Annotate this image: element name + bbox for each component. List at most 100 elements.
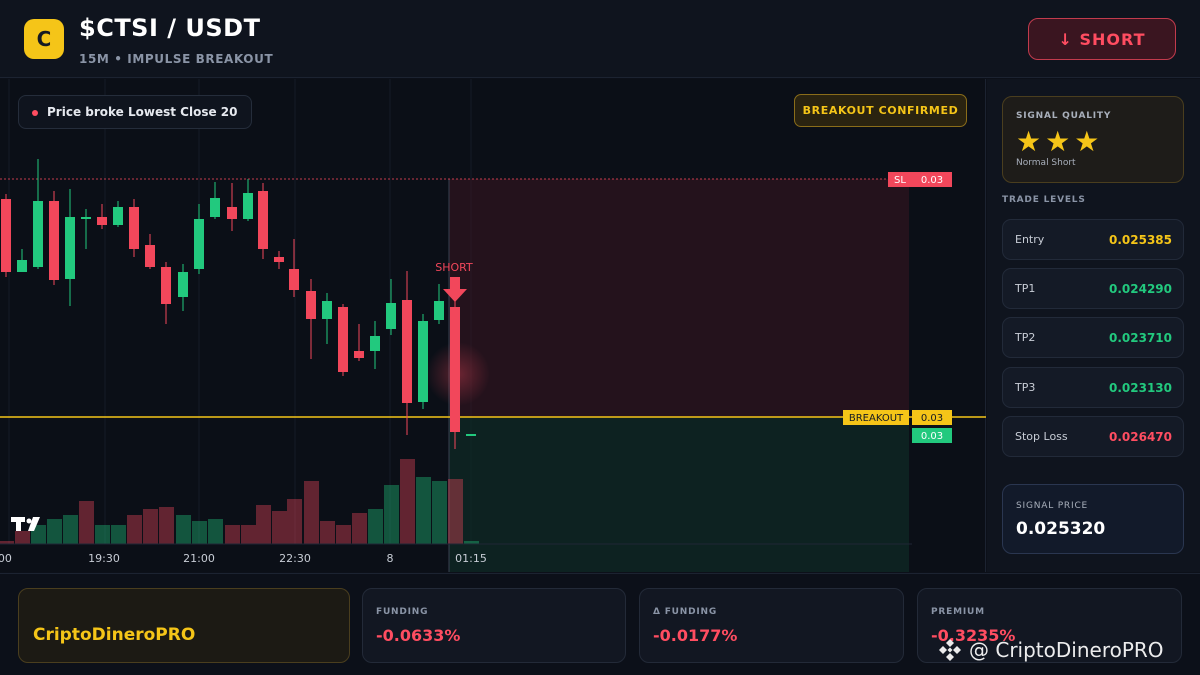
header: C $CTSI / USDT 15M • IMPULSE BREAKOUT ↓ … [0, 0, 1200, 78]
candle-body [161, 267, 171, 304]
volume-bar [176, 515, 191, 544]
candle-body [178, 272, 188, 297]
candles [1, 159, 476, 449]
svg-text:SL: SL [894, 175, 906, 186]
level-tp3: TP3 0.023130 [1002, 367, 1184, 408]
candle-body [466, 434, 476, 436]
time-axis: 18:00 19:30 21:00 22:30 8 01:15 [0, 552, 487, 565]
signal-quality-card: SIGNAL QUALITY ★★★ Normal Short [1002, 96, 1184, 183]
level-stop-loss: Stop Loss 0.026470 [1002, 416, 1184, 457]
candle-body [243, 193, 253, 219]
candle-body [33, 201, 43, 267]
candle-body [289, 269, 299, 290]
volume-bar [336, 525, 351, 544]
candle-body [434, 301, 444, 320]
candle-body [1, 199, 11, 272]
signal-price-card: SIGNAL PRICE 0.025320 [1002, 484, 1184, 554]
candle-body [194, 219, 204, 269]
volume-bar [256, 505, 271, 544]
chart-area[interactable]: SHORT SL 0.03 BREAKOUT 0.03 0.03 18:00 19… [0, 79, 986, 572]
candle-body [386, 303, 396, 329]
signal-glow [426, 342, 490, 406]
time-label: 21:00 [183, 552, 215, 565]
volume-bar [272, 511, 287, 544]
volume-bar [47, 519, 62, 544]
volume-bar [432, 481, 447, 544]
volume-bar [192, 521, 207, 544]
binance-logo-icon [939, 639, 961, 661]
volume-bar [225, 525, 240, 544]
volume-bar [287, 499, 302, 544]
delta-funding-card: Δ FUNDING -0.0177% [639, 588, 904, 663]
candle-body [65, 217, 75, 279]
volume-bar [352, 513, 367, 544]
time-label: 19:30 [88, 552, 120, 565]
svg-text:0.03: 0.03 [921, 175, 943, 186]
volume-bar [159, 507, 174, 544]
candle-body [322, 301, 332, 319]
volume-bar [208, 519, 223, 544]
candle-body [17, 260, 27, 272]
footer: CriptoDineroPRO FUNDING -0.0633% Δ FUNDI… [0, 573, 1200, 675]
level-tp2: TP2 0.023710 [1002, 317, 1184, 358]
time-label: 18:00 [0, 552, 12, 565]
volume-bar [111, 525, 126, 544]
volume-bar [241, 525, 256, 544]
breakout-tag: BREAKOUT 0.03 [843, 410, 952, 425]
volume-bar [127, 515, 142, 544]
price-broke-badge: Price broke Lowest Close 20 [18, 95, 253, 129]
stop-loss-zone [449, 179, 909, 417]
candle-body [370, 336, 380, 351]
candle-body [227, 207, 237, 219]
last-price-tag: 0.03 [912, 428, 952, 443]
level-entry: Entry 0.025385 [1002, 219, 1184, 260]
brand-card: CriptoDineroPRO [18, 588, 350, 663]
time-label: 22:30 [279, 552, 311, 565]
level-tp1: TP1 0.024290 [1002, 268, 1184, 309]
star-rating-icon: ★★★ [1016, 125, 1104, 158]
volume-bar [384, 485, 399, 544]
candle-body [354, 351, 364, 358]
short-button[interactable]: ↓ SHORT [1028, 18, 1176, 60]
red-dot-icon [32, 110, 38, 116]
volume-bar [320, 521, 335, 544]
candle-body [113, 207, 123, 225]
take-profit-zone [449, 417, 909, 572]
volume-bar [416, 477, 431, 544]
volume-bars [0, 459, 479, 544]
time-label: 01:15 [455, 552, 487, 565]
time-label: 8 [387, 552, 394, 565]
candle-body [145, 245, 155, 267]
signal-sidebar: SIGNAL QUALITY ★★★ Normal Short TRADE LE… [987, 79, 1200, 572]
candle-body [49, 201, 59, 280]
breakout-confirmed-badge: BREAKOUT CONFIRMED [794, 94, 967, 127]
candle-body [81, 217, 91, 219]
candle-body [258, 191, 268, 249]
short-marker-label: SHORT [435, 261, 473, 274]
pair-title: $CTSI / USDT [79, 14, 261, 42]
volume-bar [368, 509, 383, 544]
svg-text:BREAKOUT: BREAKOUT [849, 413, 904, 424]
candle-body [402, 300, 412, 403]
svg-text:0.03: 0.03 [921, 413, 943, 424]
candle-body [306, 291, 316, 319]
watermark: @ CriptoDineroPRO [937, 637, 1164, 663]
candlestick-chart[interactable]: SHORT SL 0.03 BREAKOUT 0.03 0.03 18:00 19… [0, 79, 986, 572]
volume-bar [143, 509, 158, 544]
volume-bar [63, 515, 78, 544]
trade-levels-label: TRADE LEVELS [1002, 195, 1086, 205]
volume-bar [448, 479, 463, 544]
candle-body [274, 257, 284, 262]
candle-body [418, 321, 428, 402]
funding-card: FUNDING -0.0633% [362, 588, 626, 663]
svg-text:0.03: 0.03 [921, 431, 943, 442]
candle-body [97, 217, 107, 225]
candle-body [129, 207, 139, 249]
tradingview-logo-icon [11, 517, 40, 531]
volume-bar [79, 501, 94, 544]
volume-bar [400, 459, 415, 544]
volume-bar [95, 525, 110, 544]
coin-logo-icon: C [24, 19, 64, 59]
volume-bar [304, 481, 319, 544]
sl-tag: SL 0.03 [888, 172, 952, 187]
